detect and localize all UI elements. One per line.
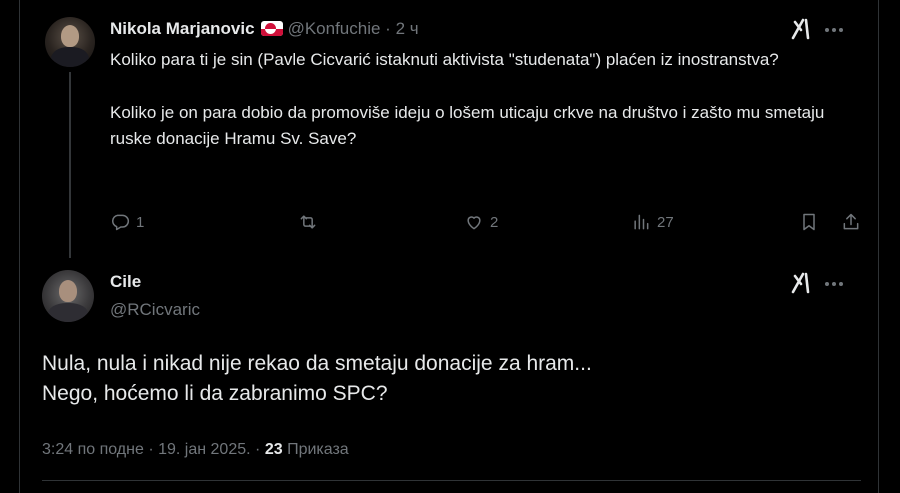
view-count: 27 — [657, 213, 674, 231]
separator-dot: · — [255, 441, 261, 458]
author-name[interactable]: Cile — [110, 272, 141, 292]
views-button[interactable]: 27 — [631, 207, 674, 237]
like-count: 2 — [490, 213, 499, 231]
views-count: 23 — [264, 441, 283, 458]
more-options-icon[interactable] — [822, 18, 846, 42]
divider — [42, 480, 861, 481]
author-name[interactable]: Nikola Marjanovic — [110, 19, 255, 38]
column-border-right — [878, 0, 879, 493]
views-label: Приказа — [287, 441, 349, 458]
timestamp[interactable]: 2 ч — [396, 19, 419, 38]
reply-icon — [112, 214, 130, 231]
tweet-line: Nula, nula i nikad nije rekao da smetaju… — [42, 352, 592, 375]
tweet-text: Koliko para ti je sin (Pavle Cicvarić is… — [110, 47, 850, 153]
avatar[interactable] — [42, 270, 94, 322]
grok-icon[interactable] — [790, 271, 816, 295]
tweet-date[interactable]: 19. јан 2025. — [158, 441, 250, 458]
retweet-button[interactable] — [298, 207, 324, 237]
tweet-meta: 3:24 по подне · 19. јан 2025. · 23 Прика… — [42, 441, 349, 459]
author-handle[interactable]: @RCicvaric — [110, 300, 200, 320]
share-button[interactable] — [841, 207, 861, 237]
bookmark-button[interactable] — [799, 207, 819, 237]
timeline-column: Nikola Marjanovic @Konfuchie · 2 ч Koliko… — [19, 0, 879, 493]
separator-dot: · — [385, 19, 391, 38]
tweet-header: Nikola Marjanovic @Konfuchie · 2 ч — [110, 18, 419, 40]
reply-button[interactable]: 1 — [110, 207, 144, 237]
grok-icon[interactable] — [790, 17, 816, 41]
greenland-flag-icon — [260, 21, 283, 36]
tweet-actions: 1 2 27 — [110, 207, 859, 237]
tweet-line: Nego, hoćemo li da zabranimo SPC? — [42, 382, 388, 405]
tweet-time[interactable]: 3:24 по подне — [42, 441, 144, 458]
author-handle[interactable]: @Konfuchie — [288, 19, 381, 38]
analytics-icon — [634, 214, 649, 230]
bookmark-icon — [803, 213, 815, 231]
tweet-paragraph: Koliko je on para dobio da promoviše ide… — [110, 102, 825, 149]
like-button[interactable]: 2 — [464, 207, 498, 237]
more-options-icon[interactable] — [822, 272, 846, 296]
column-border-left — [19, 0, 20, 493]
tweet-text: Nula, nula i nikad nije rekao da smetaju… — [42, 349, 862, 409]
thread-connector-line — [69, 72, 71, 258]
separator-dot: · — [148, 441, 154, 458]
retweet-icon — [300, 215, 316, 229]
reply-count: 1 — [136, 213, 145, 231]
tweet-paragraph: Koliko para ti je sin (Pavle Cicvarić is… — [110, 50, 779, 69]
share-icon — [843, 213, 859, 230]
avatar[interactable] — [45, 17, 95, 67]
heart-icon — [467, 216, 481, 230]
